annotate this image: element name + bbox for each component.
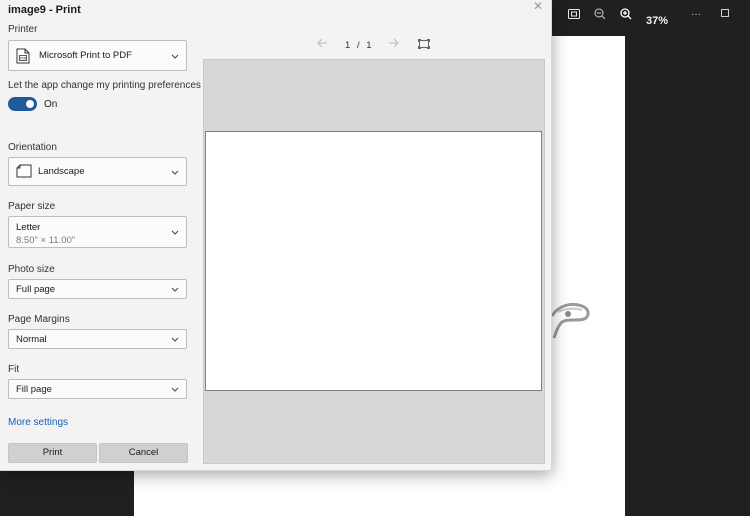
chevron-down-icon [171, 170, 179, 175]
chevron-down-icon [171, 287, 179, 292]
printer-icon: PDF [16, 48, 30, 69]
page-counter: 1 / 1 [345, 40, 372, 51]
paper-size-detail: 8.50" × 11.00" [16, 235, 76, 246]
page-icon [16, 164, 32, 183]
chevron-down-icon [171, 387, 179, 392]
chevron-down-icon [171, 337, 179, 342]
arrow-right-icon[interactable] [388, 37, 400, 52]
page-separator: / [356, 40, 360, 51]
app-prefs-label: Let the app change my printing preferenc… [8, 80, 201, 91]
print-button[interactable]: Print [8, 443, 97, 463]
app-prefs-toggle[interactable] [8, 97, 37, 111]
zoom-level[interactable]: 37% [646, 15, 668, 27]
current-page: 1 [345, 40, 351, 51]
fit-label: Fit [8, 364, 20, 375]
arrow-left-icon[interactable] [316, 37, 328, 52]
toggle-knob [26, 100, 34, 108]
chevron-down-icon [171, 54, 179, 59]
fit-select[interactable]: Fill page [8, 379, 187, 399]
maximize-icon[interactable] [717, 5, 733, 21]
orientation-select[interactable]: Landscape [8, 157, 187, 186]
orientation-label: Orientation [8, 142, 57, 153]
fit-value: Fill page [16, 384, 52, 395]
partial-image-content [548, 296, 592, 344]
photo-size-label: Photo size [8, 264, 55, 275]
chevron-down-icon [171, 230, 179, 235]
zoom-out-icon[interactable] [592, 6, 608, 22]
paper-size-select[interactable]: Letter 8.50" × 11.00" [8, 216, 187, 248]
printer-value: Microsoft Print to PDF [39, 50, 132, 61]
cancel-button[interactable]: Cancel [99, 443, 188, 463]
page-margins-select[interactable]: Normal [8, 329, 187, 349]
printer-label: Printer [8, 24, 38, 35]
preview-page [205, 131, 542, 391]
svg-text:PDF: PDF [20, 57, 27, 61]
orientation-value: Landscape [38, 166, 85, 177]
more-settings-link[interactable]: More settings [8, 417, 68, 428]
page-margins-value: Normal [16, 334, 47, 345]
zoom-in-icon[interactable] [618, 6, 634, 22]
photo-size-value: Full page [16, 284, 56, 295]
fit-page-icon[interactable] [566, 6, 582, 22]
page-margins-label: Page Margins [8, 314, 70, 325]
close-icon[interactable]: ✕ [530, 0, 546, 14]
app-prefs-state: On [44, 99, 58, 110]
photo-size-select[interactable]: Full page [8, 279, 187, 299]
paper-size-label: Paper size [8, 201, 56, 212]
print-dialog: image9 - Print ✕ Printer PDF Microsoft P… [0, 0, 552, 471]
more-icon[interactable]: ··· [688, 6, 704, 22]
fit-screen-icon[interactable] [418, 39, 430, 52]
printer-select[interactable]: PDF Microsoft Print to PDF [8, 40, 187, 71]
dialog-title: image9 - Print [8, 4, 81, 16]
paper-size-value: Letter [16, 222, 41, 233]
total-pages: 1 [366, 40, 372, 51]
